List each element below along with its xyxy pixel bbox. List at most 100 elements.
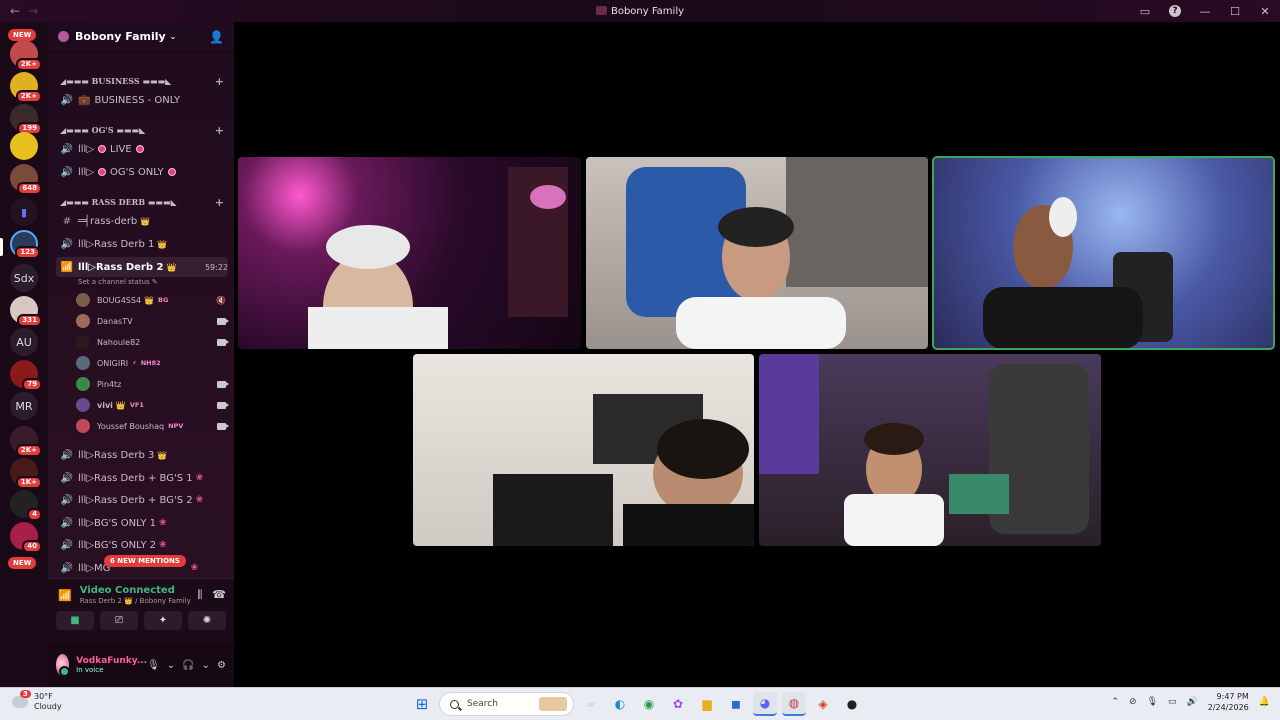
server-icon[interactable]: 199	[10, 104, 42, 135]
settings-gear-icon[interactable]: ⚙	[217, 660, 226, 671]
video-tile[interactable]	[413, 354, 754, 546]
voice-member[interactable]: Pin4tz	[76, 374, 229, 394]
maximize-button[interactable]: ☐	[1220, 0, 1250, 22]
category-ogs[interactable]: ◢▬▬▬ OG'S ▬▬▬◣ +	[60, 123, 224, 137]
voice-member[interactable]: Nahoule82	[76, 332, 229, 352]
chrome-icon[interactable]: ◉	[637, 692, 661, 716]
add-channel-icon[interactable]: +	[215, 124, 224, 137]
category-business[interactable]: ◢▬▬▬ BUSINESS ▬▬▬◣ +	[60, 74, 224, 88]
channel-rass-derb-1[interactable]: 🔊 lll▷ Rass Derb 1 👑	[56, 234, 228, 254]
camera-toggle-button[interactable]: ■	[56, 611, 94, 630]
disconnect-icon[interactable]: ☎	[212, 588, 226, 602]
server-icon[interactable]: MR	[10, 392, 38, 420]
clock[interactable]: 9:47 PM 2/24/2026	[1208, 691, 1249, 713]
weather-widget[interactable]: 3 30°F Cloudy	[12, 690, 62, 712]
voice-location[interactable]: Rass Derb 2 👑 / Bobony Family	[80, 597, 191, 605]
task-view-icon[interactable]: ▰	[579, 692, 603, 716]
close-button[interactable]: ✕	[1250, 0, 1280, 22]
soundboard-button[interactable]: ✺	[188, 611, 226, 630]
chevron-down-icon[interactable]: ⌄	[202, 660, 210, 671]
server-icon[interactable]: 79	[10, 360, 42, 391]
channel-rass-derb-3[interactable]: 🔊 lll▷ Rass Derb 3 👑	[56, 445, 228, 465]
add-channel-icon[interactable]: +	[215, 75, 224, 88]
steam-icon[interactable]: ◍	[782, 692, 806, 716]
channel-rass-derb-bg2[interactable]: 🔊 lll▷ Rass Derb + BG'S 2 ❀	[56, 490, 228, 510]
speaker-icon: 🔊	[60, 517, 74, 529]
user-avatar[interactable]	[56, 654, 71, 677]
category-rass-derb[interactable]: ◢▬▬▬ RASS DERB ▬▬▬◣ +	[60, 195, 224, 209]
avatar	[76, 377, 90, 391]
channel-bg-only-2[interactable]: 🔊 lll▷ BG'S ONLY 2 ❀	[56, 535, 228, 555]
back-arrow-icon[interactable]: ←	[10, 4, 20, 18]
new-unread-pill[interactable]: NEW	[8, 557, 37, 569]
chevron-down-icon[interactable]: ⌄	[167, 660, 175, 671]
avatar	[76, 356, 90, 370]
signal-icon[interactable]: 📶	[58, 589, 72, 602]
folder-icon[interactable]: ▮	[10, 198, 38, 226]
video-tile[interactable]	[759, 354, 1101, 546]
noise-suppression-icon[interactable]: ⫼	[197, 588, 202, 602]
store-icon[interactable]: ◼	[724, 692, 748, 716]
voice-member[interactable]: Youssef Boushaq NPV	[76, 416, 229, 436]
voice-member[interactable]: DanasTV	[76, 311, 229, 331]
network-off-icon[interactable]: ⊘	[1129, 697, 1137, 707]
server-icon[interactable]: 331	[10, 296, 42, 327]
voice-status[interactable]: Video Connected	[80, 585, 191, 596]
guild-header[interactable]: Bobony Family ⌄ 👤	[48, 22, 234, 52]
notification-bell-icon[interactable]: 🔔	[1259, 697, 1270, 707]
activities-button[interactable]: ✦	[144, 611, 182, 630]
voice-member[interactable]: BOUG4SS4 👑 BG 🔇	[76, 290, 226, 310]
mic-tray-icon[interactable]: 🎙	[1147, 697, 1158, 707]
server-icon[interactable]: 1K+	[10, 458, 42, 489]
help-icon[interactable]: ?	[1160, 0, 1190, 22]
voice-member[interactable]: ONIGIRI ⚡ NH82	[76, 353, 226, 373]
forward-arrow-icon[interactable]: →	[28, 4, 38, 18]
avatar	[76, 419, 90, 433]
server-icon[interactable]: 123	[10, 230, 40, 259]
server-icon[interactable]: 2K+	[10, 40, 42, 71]
volume-icon[interactable]: 🔊	[1187, 697, 1198, 707]
channel-rass-derb-2[interactable]: 📶 lll▷ Rass Derb 2 👑 59:22	[56, 257, 228, 277]
user-name[interactable]: VodkaFunky...	[76, 656, 147, 666]
copilot-icon[interactable]: ✿	[666, 692, 690, 716]
inbox-icon[interactable]: ▭	[1130, 0, 1160, 22]
channel-status-hint[interactable]: Set a channel status ✎	[78, 278, 158, 286]
video-tile[interactable]	[586, 157, 928, 349]
chevron-up-icon[interactable]: ⌃	[1111, 697, 1119, 707]
server-icon[interactable]	[10, 132, 38, 160]
channel-rass-derb-bg1[interactable]: 🔊 lll▷ Rass Derb + BG'S 1 ❀	[56, 468, 228, 488]
microphone-icon[interactable]: 🎙	[147, 660, 160, 671]
edge-icon[interactable]: ◐	[608, 692, 632, 716]
screen-share-button[interactable]: ⎚	[100, 611, 138, 630]
headphones-icon[interactable]: 🎧	[182, 660, 194, 671]
server-icon[interactable]: 648	[10, 164, 42, 195]
display-icon[interactable]: ▭	[1168, 697, 1177, 707]
server-icon[interactable]: 2K+	[10, 72, 42, 103]
game-app-icon[interactable]: ◈	[811, 692, 835, 716]
server-icon[interactable]: Sdx	[10, 264, 38, 292]
discord-icon[interactable]: ◕	[753, 692, 777, 716]
add-channel-icon[interactable]: +	[215, 196, 224, 209]
speaker-icon: 🔊	[60, 472, 74, 484]
invite-icon[interactable]: 👤	[209, 30, 224, 44]
channel-bg-only-1[interactable]: 🔊 lll▷ BG'S ONLY 1 ❀	[56, 513, 228, 533]
server-icon[interactable]: 4	[10, 490, 42, 521]
video-speaker-icon: 📶	[60, 261, 74, 273]
taskbar-search[interactable]: Search	[439, 692, 574, 716]
new-mentions-pill[interactable]: 6 NEW MENTIONS	[104, 555, 186, 567]
channel-business-only[interactable]: 🔊 💼 BUSINESS - ONLY	[56, 90, 228, 110]
muted-icon: 🔇	[216, 295, 226, 305]
app-icon[interactable]: ●	[840, 692, 864, 716]
file-explorer-icon[interactable]: ▆	[695, 692, 719, 716]
server-icon[interactable]: AU	[10, 328, 38, 356]
channel-live[interactable]: 🔊 lll▷ LIVE	[56, 139, 228, 159]
video-tile[interactable]	[238, 157, 581, 349]
minimize-button[interactable]: —	[1190, 0, 1220, 22]
channel-ogs-only[interactable]: 🔊 lll▷ OG'S ONLY	[56, 162, 228, 182]
server-icon[interactable]: 40	[10, 522, 42, 553]
start-icon[interactable]: ⊞	[410, 692, 434, 716]
video-tile-speaking[interactable]	[932, 156, 1275, 350]
server-icon[interactable]: 2K+	[10, 426, 42, 457]
channel-rass-derb-text[interactable]: # ═╡ rass-derb 👑	[56, 211, 228, 231]
voice-member[interactable]: vivi 👑 VF1	[76, 395, 229, 415]
